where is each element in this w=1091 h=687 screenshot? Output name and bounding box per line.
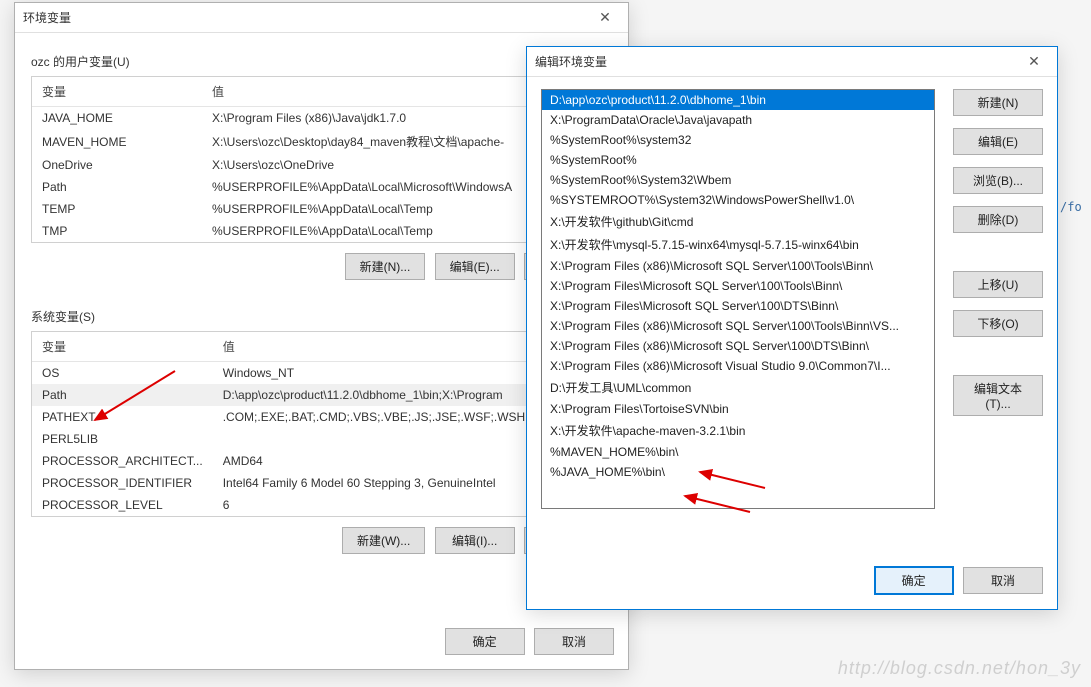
sys-btn-row: 新建(W)... 编辑(I)... 删 — [31, 517, 612, 558]
sys-new-button[interactable]: 新建(W)... — [342, 527, 425, 554]
table-row[interactable]: PERL5LIB — [32, 428, 611, 450]
table-row[interactable]: OneDriveX:\Users\ozc\OneDrive — [32, 154, 611, 176]
edit-cancel-button[interactable]: 取消 — [963, 567, 1043, 594]
col-variable[interactable]: 变量 — [32, 77, 202, 107]
edit-text-button[interactable]: 编辑文本(T)... — [953, 375, 1043, 416]
close-icon[interactable]: ✕ — [590, 9, 620, 26]
list-item[interactable]: X:\ProgramData\Oracle\Java\javapath — [542, 110, 934, 130]
edit-path-window: 编辑环境变量 ✕ D:\app\ozc\product\11.2.0\dbhom… — [526, 46, 1058, 610]
bg-code-fragment: /fo — [1060, 200, 1082, 214]
edit-bottom-buttons: 确定 取消 — [868, 566, 1043, 595]
var-name: Path — [32, 176, 202, 198]
table-row[interactable]: PathD:\app\ozc\product\11.2.0\dbhome_1\b… — [32, 384, 611, 406]
list-item[interactable]: X:\Program Files\Microsoft SQL Server\10… — [542, 296, 934, 316]
table-row[interactable]: Path%USERPROFILE%\AppData\Local\Microsof… — [32, 176, 611, 198]
col-variable[interactable]: 变量 — [32, 332, 213, 362]
list-item[interactable]: %JAVA_HOME%\bin\ — [542, 462, 934, 482]
var-name: MAVEN_HOME — [32, 129, 202, 154]
table-row[interactable]: TMP%USERPROFILE%\AppData\Local\Temp — [32, 220, 611, 242]
var-name: TMP — [32, 220, 202, 242]
list-item[interactable]: X:\Program Files\TortoiseSVN\bin — [542, 399, 934, 419]
edit-title: 编辑环境变量 — [535, 53, 1019, 70]
user-btn-row: 新建(N)... 编辑(E)... 删 — [31, 243, 612, 284]
list-item[interactable]: D:\开发工具\UML\common — [542, 376, 934, 399]
list-item[interactable]: %SystemRoot% — [542, 150, 934, 170]
var-name: PATHEXT — [32, 406, 213, 428]
list-item[interactable]: X:\开发软件\github\Git\cmd — [542, 210, 934, 233]
list-item[interactable]: X:\开发软件\mysql-5.7.15-winx64\mysql-5.7.15… — [542, 233, 934, 256]
env-title: 环境变量 — [23, 9, 590, 26]
table-row[interactable]: PATHEXT.COM;.EXE;.BAT;.CMD;.VBS;.VBE;.JS… — [32, 406, 611, 428]
sys-vars-label: 系统变量(S) — [31, 308, 612, 325]
user-new-button[interactable]: 新建(N)... — [345, 253, 426, 280]
table-row[interactable]: JAVA_HOMEX:\Program Files (x86)\Java\jdk… — [32, 107, 611, 130]
var-name: Path — [32, 384, 213, 406]
user-vars-group: 变量 值 JAVA_HOMEX:\Program Files (x86)\Jav… — [31, 76, 612, 243]
edit-browse-button[interactable]: 浏览(B)... — [953, 167, 1043, 194]
edit-titlebar: 编辑环境变量 ✕ — [527, 47, 1057, 77]
user-vars-table[interactable]: 变量 值 JAVA_HOMEX:\Program Files (x86)\Jav… — [32, 77, 611, 242]
sys-vars-table[interactable]: 变量 值 OSWindows_NTPathD:\app\ozc\product\… — [32, 332, 611, 516]
table-row[interactable]: PROCESSOR_LEVEL6 — [32, 494, 611, 516]
var-name: PROCESSOR_ARCHITECT... — [32, 450, 213, 472]
table-row[interactable]: PROCESSOR_IDENTIFIERIntel64 Family 6 Mod… — [32, 472, 611, 494]
var-name: PERL5LIB — [32, 428, 213, 450]
user-vars-label: ozc 的用户变量(U) — [31, 53, 612, 70]
var-name: PROCESSOR_LEVEL — [32, 494, 213, 516]
table-row[interactable]: MAVEN_HOMEX:\Users\ozc\Desktop\day84_mav… — [32, 129, 611, 154]
var-name: PROCESSOR_IDENTIFIER — [32, 472, 213, 494]
table-row[interactable]: OSWindows_NT — [32, 362, 611, 385]
table-row[interactable]: TEMP%USERPROFILE%\AppData\Local\Temp — [32, 198, 611, 220]
edit-moveup-button[interactable]: 上移(U) — [953, 271, 1043, 298]
list-item[interactable]: %SystemRoot%\system32 — [542, 130, 934, 150]
var-name: TEMP — [32, 198, 202, 220]
table-row[interactable]: PROCESSOR_ARCHITECT...AMD64 — [32, 450, 611, 472]
edit-ok-button[interactable]: 确定 — [874, 566, 954, 595]
var-name: JAVA_HOME — [32, 107, 202, 130]
list-item[interactable]: X:\Program Files (x86)\Microsoft SQL Ser… — [542, 256, 934, 276]
watermark: http://blog.csdn.net/hon_3y — [838, 658, 1081, 679]
close-icon[interactable]: ✕ — [1019, 53, 1049, 70]
edit-new-button[interactable]: 新建(N) — [953, 89, 1043, 116]
var-name: OS — [32, 362, 213, 385]
env-ok-button[interactable]: 确定 — [445, 628, 525, 655]
list-item[interactable]: X:\Program Files (x86)\Microsoft Visual … — [542, 356, 934, 376]
env-bottom-buttons: 确定 取消 — [439, 628, 614, 655]
env-cancel-button[interactable]: 取消 — [534, 628, 614, 655]
env-titlebar: 环境变量 ✕ — [15, 3, 628, 33]
var-name: OneDrive — [32, 154, 202, 176]
edit-movedown-button[interactable]: 下移(O) — [953, 310, 1043, 337]
list-item[interactable]: %MAVEN_HOME%\bin\ — [542, 442, 934, 462]
list-item[interactable]: X:\Program Files (x86)\Microsoft SQL Ser… — [542, 336, 934, 356]
edit-edit-button[interactable]: 编辑(E) — [953, 128, 1043, 155]
sys-edit-button[interactable]: 编辑(I)... — [435, 527, 515, 554]
list-item[interactable]: %SystemRoot%\System32\Wbem — [542, 170, 934, 190]
list-item[interactable]: X:\开发软件\apache-maven-3.2.1\bin — [542, 419, 934, 442]
edit-side-buttons: 新建(N) 编辑(E) 浏览(B)... 删除(D) 上移(U) 下移(O) 编… — [947, 89, 1043, 509]
list-item[interactable]: X:\Program Files (x86)\Microsoft SQL Ser… — [542, 316, 934, 336]
edit-delete-button[interactable]: 删除(D) — [953, 206, 1043, 233]
sys-vars-group: 变量 值 OSWindows_NTPathD:\app\ozc\product\… — [31, 331, 612, 517]
list-item[interactable]: D:\app\ozc\product\11.2.0\dbhome_1\bin — [542, 90, 934, 110]
list-item[interactable]: X:\Program Files\Microsoft SQL Server\10… — [542, 276, 934, 296]
path-listbox[interactable]: D:\app\ozc\product\11.2.0\dbhome_1\binX:… — [541, 89, 935, 509]
user-edit-button[interactable]: 编辑(E)... — [435, 253, 515, 280]
list-item[interactable]: %SYSTEMROOT%\System32\WindowsPowerShell\… — [542, 190, 934, 210]
